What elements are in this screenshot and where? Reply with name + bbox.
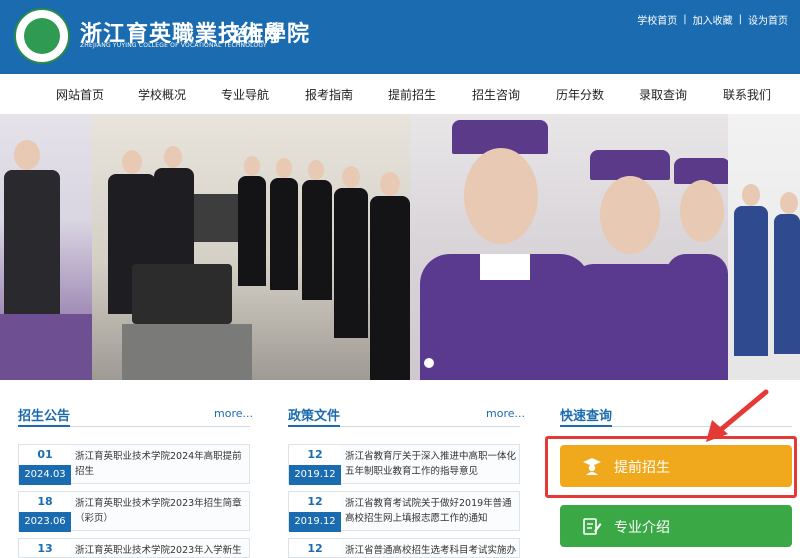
news-day: 01 [19,445,71,465]
banner-photo-left [0,114,92,380]
news-date: 01 2024.03 [19,445,71,485]
admissions-section-title: 招生公告 [18,409,71,424]
top-link-set-homepage[interactable]: 设为首页 [748,12,788,27]
nav-item-consult[interactable]: 招生咨询 [472,86,520,103]
edit-document-icon [583,518,602,535]
top-link-home[interactable]: 学校首页 [637,12,677,27]
admissions-news-item[interactable]: 01 2024.03 浙江育英职业技术学院2024年高职提前招生 [18,444,250,485]
news-date: 18 2023.06 [19,492,71,532]
logo-leaf-icon [24,18,60,54]
news-date: 12 [289,539,341,557]
policy-section-title: 政策文件 [288,409,341,424]
banner-photo-right [728,114,800,380]
major-intro-label: 专业介绍 [614,520,670,536]
banner-photo-flight-attendants [410,114,730,380]
news-day: 13 [19,539,71,557]
section-accent-line [288,425,340,427]
nav-item-early-admission[interactable]: 提前招生 [388,86,436,103]
policy-news-item[interactable]: 12 2019.12 浙江省教育厅关于深入推进中高职一体化五年制职业教育工作的指… [288,444,520,485]
policy-more-link[interactable]: more... [486,407,525,420]
top-link-divider: | [738,14,742,25]
carousel-indicator-dot[interactable] [424,358,434,368]
news-year-month: 2019.12 [289,465,341,485]
news-day: 12 [289,492,341,512]
top-links: 学校首页 | 加入收藏 | 设为首页 [637,12,788,27]
news-date: 12 2019.12 [289,445,341,485]
top-link-divider: | [683,14,687,25]
news-date: 13 [19,539,71,557]
admissions-news-item[interactable]: 18 2023.06 浙江育英职业技术学院2023年招生简章（彩页） [18,491,250,532]
nav-item-results[interactable]: 录取查询 [639,86,687,103]
news-title: 浙江省普通高校招生选考科目考试实施办法 [345,545,517,556]
admissions-news-item[interactable]: 13 浙江育英职业技术学院2023年入学新生学 [18,538,250,558]
site-header: 浙江育英職業技術學院 ZHEJIANG YUYING COLLEGE OF VO… [0,0,800,74]
news-day: 18 [19,492,71,512]
nav-item-guide[interactable]: 报考指南 [305,86,353,103]
banner-carousel[interactable] [0,114,800,380]
nav-item-home[interactable]: 网站首页 [56,86,104,103]
news-title: 浙江育英职业技术学院2023年入学新生学 [75,545,242,556]
nav-item-scores[interactable]: 历年分数 [556,86,604,103]
policy-news-item[interactable]: 12 浙江省普通高校招生选考科目考试实施办法 [288,538,520,558]
top-link-favorite[interactable]: 加入收藏 [693,12,733,27]
section-accent-line [18,425,70,427]
news-year-month: 2024.03 [19,465,71,485]
admissions-more-link[interactable]: more... [214,407,253,420]
news-title: 浙江省教育厅关于深入推进中高职一体化五年制职业教育工作的指导意见 [345,451,517,477]
college-logo-emblem[interactable] [14,8,70,64]
site-suffix: 招生网 [232,26,281,45]
nav-item-majors[interactable]: 专业导航 [221,86,269,103]
quick-query-title: 快速查询 [560,409,613,424]
highlight-box [545,436,797,498]
main-nav: 网站首页 学校概况 专业导航 报考指南 提前招生 招生咨询 历年分数 录取查询 … [0,74,800,114]
banner-photo-security-training [92,114,410,380]
news-year-month: 2023.06 [19,512,71,532]
news-day: 12 [289,539,341,557]
red-arrow-icon [706,389,769,442]
news-title: 浙江省教育考试院关于做好2019年普通高校招生网上填报志愿工作的通知 [345,498,512,524]
policy-news-item[interactable]: 12 2019.12 浙江省教育考试院关于做好2019年普通高校招生网上填报志愿… [288,491,520,532]
nav-item-overview[interactable]: 学校概况 [138,86,186,103]
news-year-month: 2019.12 [289,512,341,532]
news-title: 浙江育英职业技术学院2024年高职提前招生 [75,451,242,477]
major-intro-button[interactable]: 专业介绍 [560,505,792,547]
nav-item-contact[interactable]: 联系我们 [723,86,771,103]
news-day: 12 [289,445,341,465]
news-title: 浙江育英职业技术学院2023年招生简章（彩页） [75,498,242,524]
section-accent-line [560,425,612,427]
news-date: 12 2019.12 [289,492,341,532]
